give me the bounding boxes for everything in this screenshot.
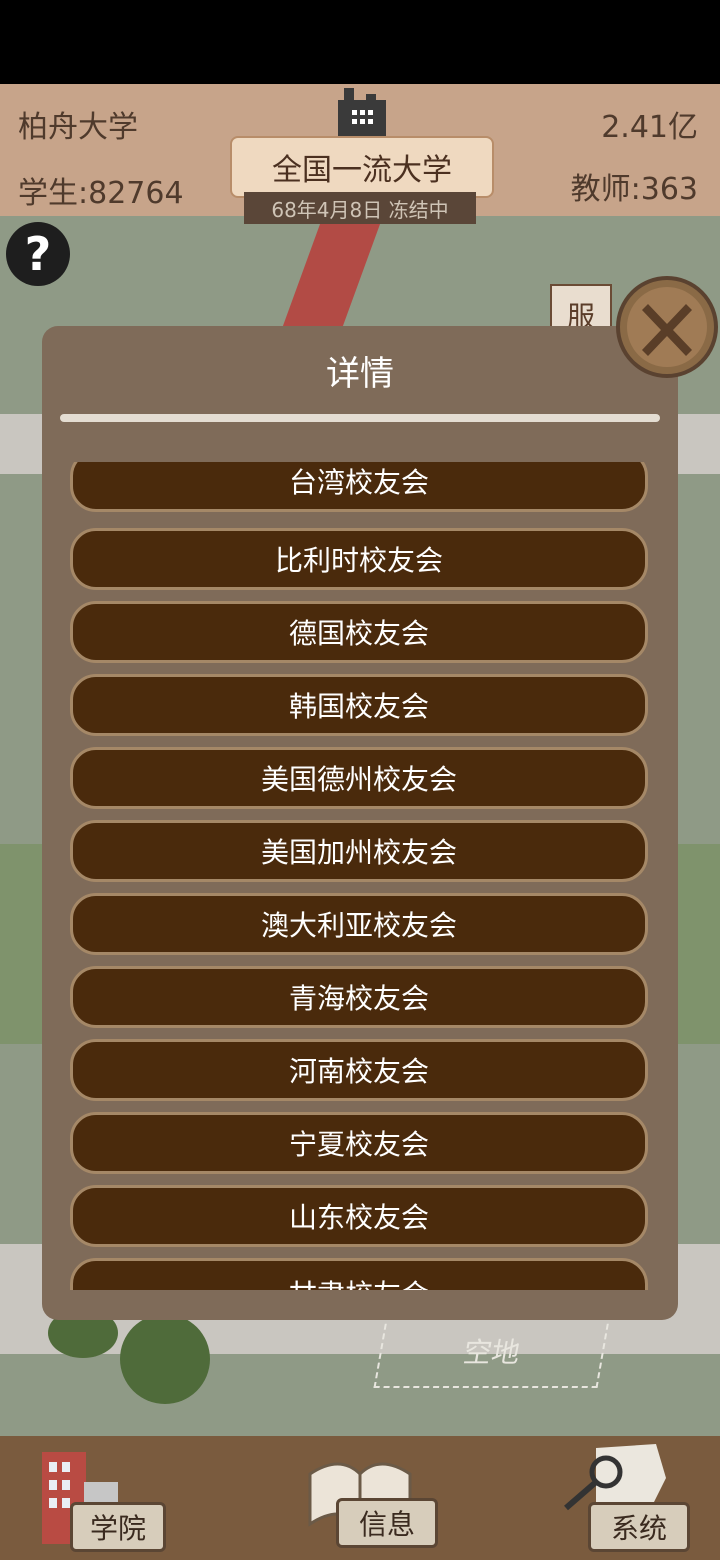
modal-title: 详情	[326, 354, 394, 394]
list-item[interactable]: 台湾校友会	[70, 462, 648, 512]
list-item[interactable]: 甘肃校友会	[70, 1258, 648, 1290]
student-count: 学生:82764	[18, 176, 184, 211]
list-item[interactable]: 澳大利亚校友会	[70, 893, 648, 955]
teacher-count: 教师:363	[570, 172, 698, 207]
university-name: 柏舟大学	[18, 110, 138, 145]
list-item[interactable]: 德国校友会	[70, 601, 648, 663]
list-item[interactable]: 比利时校友会	[70, 528, 648, 590]
details-modal: 详情 台湾校友会 比利时校友会 德国校友会 韩国校友会 美国德州校友会 美国加州…	[42, 326, 678, 1320]
close-icon[interactable]	[616, 276, 718, 378]
bottom-nav: 学院 信息 系统	[0, 1436, 720, 1560]
list-item[interactable]: 美国德州校友会	[70, 747, 648, 809]
divider	[60, 414, 660, 422]
info-button[interactable]: 信息	[336, 1498, 438, 1548]
date-status: 68年4月8日 冻结中	[244, 192, 476, 224]
alumni-list[interactable]: 台湾校友会 比利时校友会 德国校友会 韩国校友会 美国德州校友会 美国加州校友会…	[70, 462, 650, 1290]
list-item[interactable]: 宁夏校友会	[70, 1112, 648, 1174]
list-item[interactable]: 山东校友会	[70, 1185, 648, 1247]
list-item[interactable]: 河南校友会	[70, 1039, 648, 1101]
list-item[interactable]: 韩国校友会	[70, 674, 648, 736]
help-button[interactable]: ?	[6, 222, 70, 286]
building-icon	[338, 88, 386, 138]
college-button[interactable]: 学院	[70, 1502, 166, 1552]
status-bar	[0, 0, 720, 84]
money-display: 2.41亿	[601, 110, 698, 145]
system-button[interactable]: 系统	[588, 1502, 690, 1552]
tree	[120, 1314, 210, 1404]
rank-title-banner: 全国一流大学	[230, 136, 494, 198]
vacant-lot[interactable]: 空地	[373, 1314, 611, 1388]
list-item[interactable]: 美国加州校友会	[70, 820, 648, 882]
list-item[interactable]: 青海校友会	[70, 966, 648, 1028]
